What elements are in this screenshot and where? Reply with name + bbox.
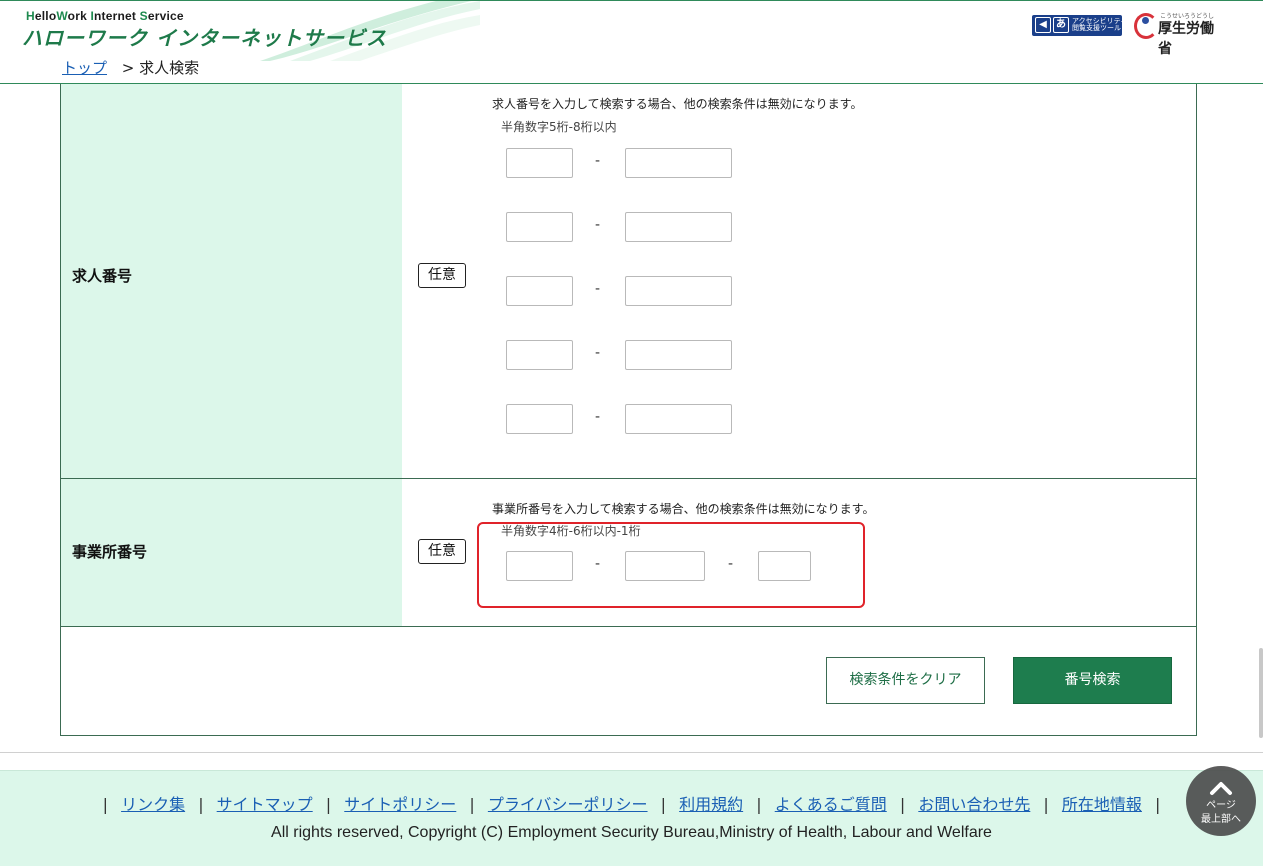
accessibility-tool-label: アクセシビリティ 閲覧支援ツール [1072,17,1128,32]
footer-link-site-policy[interactable]: サイトポリシー [344,795,456,814]
page-top-label-line1: ページ [1206,800,1236,811]
job-number-4-second-input[interactable] [625,340,732,370]
footer-link-links[interactable]: リンク集 [121,795,185,814]
office-number-label-cell: 事業所番号 [61,479,402,626]
dash: - [595,217,601,233]
dash: - [595,345,601,361]
breadcrumb-separator: > [121,59,135,77]
mhlw-logo[interactable]: こうせいろうどうしょう 厚生労働省 [1134,11,1216,57]
mhlw-name: 厚生労働省 [1158,21,1214,57]
footer-separator-bar: | [1043,795,1049,814]
job-number-label-cell: 求人番号 [61,84,402,478]
highlight-annotation-box [477,522,865,608]
mhlw-emblem-dot [1142,17,1149,24]
footer-separator [0,752,1263,753]
footer-separator-bar: | [756,795,762,814]
optional-badge: 任意 [418,263,466,288]
job-number-3-first-input[interactable] [506,276,573,306]
scrollbar-thumb[interactable] [1259,648,1263,738]
hiragana-a-icon: あ [1053,17,1069,33]
footer-links: | リンク集 | サイトマップ | サイトポリシー | プライバシーポリシー |… [0,791,1263,815]
clear-conditions-button[interactable]: 検索条件をクリア [826,657,985,704]
number-search-form: 求人番号 任意 求人番号を入力して検索する場合、他の検索条件は無効になります。 … [60,84,1197,736]
footer-separator-bar: | [660,795,667,814]
footer-link-privacy-policy[interactable]: プライバシーポリシー [488,795,648,814]
job-number-row: 求人番号 任意 求人番号を入力して検索する場合、他の検索条件は無効になります。 … [61,84,1196,479]
footer-link-contact[interactable]: お問い合わせ先 [918,795,1030,814]
footer-link-faq[interactable]: よくあるご質問 [775,795,887,814]
dash: - [595,409,601,425]
job-number-1-first-input[interactable] [506,148,573,178]
logo-english[interactable]: HelloWork Internet Service [26,9,184,23]
job-number-2-first-input[interactable] [506,212,573,242]
footer-link-sitemap[interactable]: サイトマップ [217,795,313,814]
footer-separator-bar: | [899,795,906,814]
footer-separator-bar: | [325,795,332,814]
dash: - [595,281,601,297]
job-number-3-second-input[interactable] [625,276,732,306]
job-number-label: 求人番号 [72,267,133,285]
footer-separator-bar: | [469,795,475,814]
job-number-5-second-input[interactable] [625,404,732,434]
office-number-label: 事業所番号 [72,543,148,561]
site-header: HelloWork Internet Service ハローワーク インターネッ… [0,0,1263,84]
page-top-button[interactable]: ページ 最上部へ [1186,766,1256,836]
footer-separator-bar: | [198,795,204,814]
office-number-note: 事業所番号を入力して検索する場合、他の検索条件は無効になります。 [492,502,875,516]
copyright-text: All rights reserved, Copyright (C) Emplo… [271,824,992,841]
breadcrumb-top-link[interactable]: トップ [62,59,107,77]
job-number-hint: 半角数字5桁-8桁以内 [501,120,617,134]
dash: - [595,153,601,169]
footer-separator-bar: | [1155,795,1161,814]
breadcrumb: トップ > 求人検索 [62,57,199,78]
breadcrumb-current: 求人検索 [139,59,200,77]
speaker-icon: ◀︎ [1035,17,1051,33]
job-number-5-first-input[interactable] [506,404,573,434]
footer-link-terms[interactable]: 利用規約 [679,795,743,814]
accessibility-tool-button[interactable]: ◀︎ あ アクセシビリティ 閲覧支援ツール [1032,15,1127,36]
job-number-1-second-input[interactable] [625,148,732,178]
optional-badge: 任意 [418,539,466,564]
number-search-button[interactable]: 番号検索 [1013,657,1172,704]
site-footer: | リンク集 | サイトマップ | サイトポリシー | プライバシーポリシー |… [0,770,1263,866]
job-number-2-second-input[interactable] [625,212,732,242]
footer-link-locations[interactable]: 所在地情報 [1062,795,1142,814]
page-top-label-line2: 最上部へ [1201,814,1241,825]
job-number-4-first-input[interactable] [506,340,573,370]
footer-separator-bar: | [102,795,108,814]
logo-japanese[interactable]: ハローワーク インターネットサービス [22,22,387,51]
job-number-note: 求人番号を入力して検索する場合、他の検索条件は無効になります。 [492,97,863,111]
